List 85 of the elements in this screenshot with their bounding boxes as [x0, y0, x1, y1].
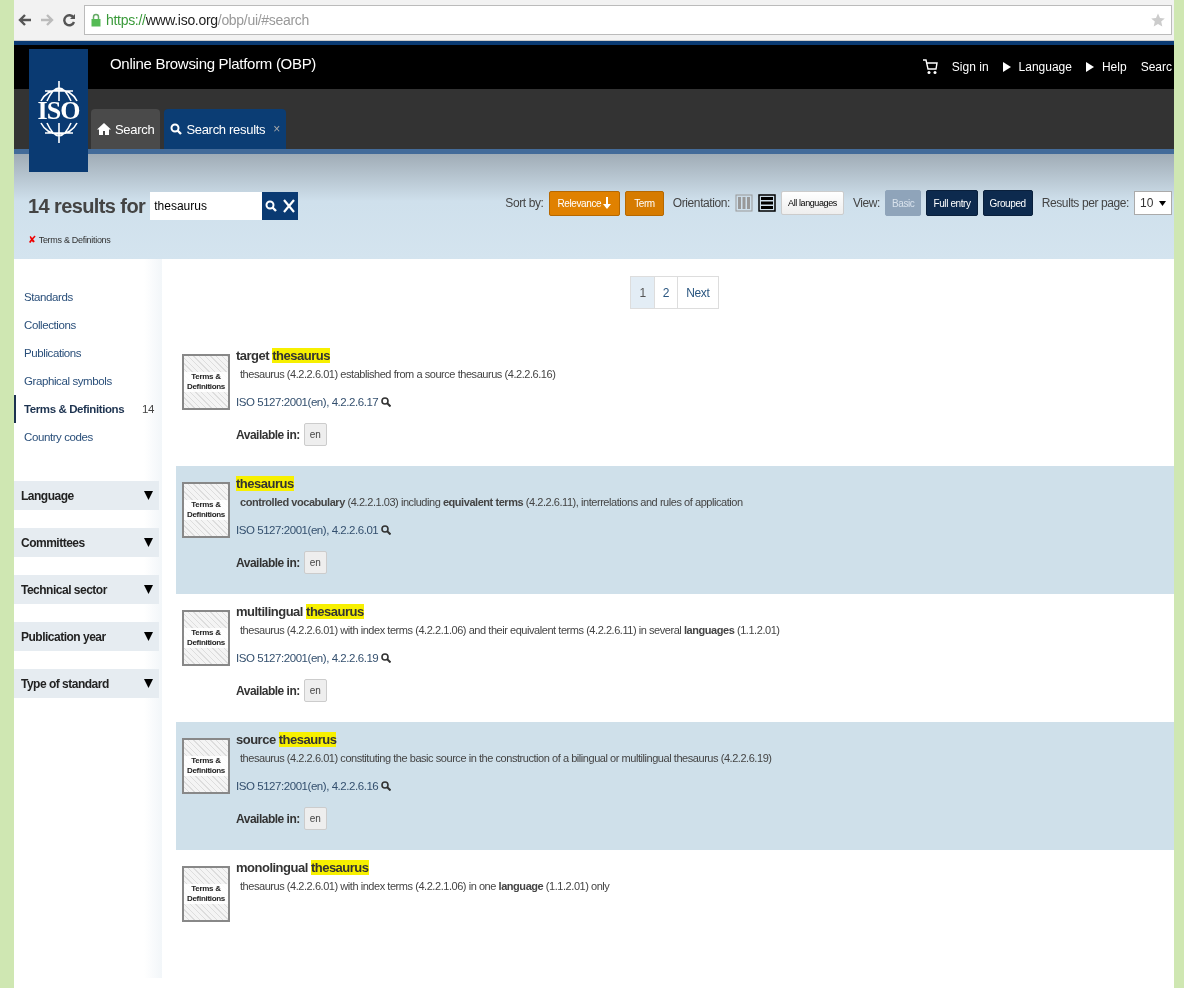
header-link[interactable]: Searc — [1140, 60, 1172, 74]
search-icon — [381, 525, 392, 535]
available-label: Available in: — [236, 427, 300, 442]
site-title: Online Browsing Platform (OBP) — [110, 54, 317, 72]
result-title[interactable]: multilingual thesaurus — [236, 604, 364, 619]
page-link[interactable]: 1 — [630, 276, 655, 309]
page-link[interactable]: 2 — [653, 276, 679, 309]
orientation-button[interactable] — [758, 194, 777, 212]
sidebar-item[interactable]: Collections — [14, 311, 162, 339]
reference-link[interactable]: ISO 5127:2001(en), 4.2.2.6.01 — [236, 524, 392, 536]
terms-definitions-icon: Terms & Definitions — [182, 482, 230, 538]
star-icon — [1151, 13, 1165, 27]
rows-icon — [758, 194, 777, 212]
back-icon — [18, 13, 32, 27]
page-link[interactable]: Next — [677, 276, 719, 309]
search-icon — [170, 123, 183, 135]
definition-text: controlled vocabulary (4.2.2.1.03) including equivalent terms (4.2.2.6.11), interrelations and rules of application — [240, 496, 743, 508]
url-text: https://www.iso.org/obp/ui/#search — [106, 12, 310, 28]
all-languages-button[interactable]: All languages — [781, 191, 844, 215]
view-button[interactable]: Grouped — [982, 190, 1033, 216]
terms-definitions-icon: Terms & Definitions — [182, 738, 230, 794]
language-button[interactable]: en — [303, 423, 327, 446]
view-label: View: — [852, 196, 880, 210]
header-link[interactable]: Language — [1002, 60, 1072, 74]
home-icon — [97, 122, 111, 136]
orientation-label: Orientation: — [672, 196, 731, 210]
header-link[interactable]: Help — [1085, 60, 1127, 74]
search-icon — [381, 397, 392, 407]
down-arrow-icon — [603, 197, 612, 209]
close-tab-button[interactable]: × — [273, 122, 280, 136]
definition-text: thesaurus (4.2.2.6.01) constituting the basic source in the construction of a bilingual or multilingual thesaurus (4.2.2.6.19) — [240, 752, 772, 764]
facet-toggle[interactable]: Language — [14, 481, 159, 510]
cart-button[interactable] — [921, 59, 938, 75]
sidebar-item[interactable]: Terms & Definitions 14 — [14, 395, 162, 423]
terms-definitions-icon: Terms & Definitions — [182, 354, 230, 410]
tab[interactable]: Search — [91, 109, 161, 149]
triangle-icon — [1085, 62, 1094, 72]
filter-label: Terms & Definitions — [38, 234, 111, 245]
sidebar-item[interactable]: Country codes — [14, 423, 162, 451]
available-label: Available in: — [236, 811, 300, 826]
language-button[interactable]: en — [303, 551, 327, 574]
facet-toggle[interactable]: Committees — [14, 528, 159, 557]
per-page-select[interactable]: 10 — [1134, 191, 1172, 215]
language-button[interactable]: en — [303, 679, 327, 702]
clear-button[interactable] — [280, 192, 299, 220]
iso-logo[interactable]: ISO — [29, 49, 88, 172]
facet-toggle[interactable]: Publication year — [14, 622, 159, 651]
dropdown-icon — [1159, 200, 1166, 206]
lock-icon — [91, 13, 101, 27]
reference-link[interactable]: ISO 5127:2001(en), 4.2.2.6.16 — [236, 780, 392, 792]
definition-text: thesaurus (4.2.2.6.01) with index terms (4.2.2.1.06) in one language (1.1.2.01) only — [240, 880, 610, 892]
definition-text: thesaurus (4.2.2.6.01) with index terms (4.2.2.1.06) and their equivalent terms (4.2.2.6.11) in several languages (1.1.2.01) — [240, 624, 780, 636]
result-title[interactable]: monolingual thesaurus — [236, 860, 369, 875]
cart-icon — [921, 59, 938, 75]
terms-definitions-icon: Terms & Definitions — [182, 866, 230, 922]
search-icon — [381, 653, 392, 663]
search-icon — [265, 200, 278, 212]
sort-label: Sort by: — [505, 196, 544, 210]
search-field[interactable]: thesaurus — [150, 192, 263, 220]
available-label: Available in: — [236, 683, 300, 698]
per-page-label: Results per page: — [1041, 196, 1129, 210]
header-link[interactable]: Sign in — [951, 60, 989, 74]
terms-definitions-icon: Terms & Definitions — [182, 610, 230, 666]
reference-link[interactable]: ISO 5127:2001(en), 4.2.2.6.19 — [236, 652, 392, 664]
address-bar[interactable]: https://www.iso.org/obp/ui/#search — [84, 5, 1172, 35]
triangle-icon — [1002, 62, 1011, 72]
definition-text: thesaurus (4.2.2.6.01) established from a source thesaurus (4.2.2.6.16) — [240, 368, 556, 380]
forward-icon — [40, 13, 54, 27]
language-button[interactable]: en — [303, 807, 327, 830]
search-icon — [381, 781, 392, 791]
tab[interactable]: Search results × — [164, 109, 286, 149]
sidebar-item[interactable]: Standards — [14, 283, 162, 311]
facet-toggle[interactable]: Type of standard — [14, 669, 159, 698]
facet-toggle[interactable]: Technical sector — [14, 575, 159, 604]
reference-link[interactable]: ISO 5127:2001(en), 4.2.2.6.17 — [236, 396, 392, 408]
reload-icon — [62, 13, 76, 27]
sidebar-item[interactable]: Publications — [14, 339, 162, 367]
available-label: Available in: — [236, 555, 300, 570]
results-count: 14 results for — [28, 194, 146, 218]
search-button[interactable] — [262, 192, 281, 220]
view-button[interactable]: Full entry — [926, 190, 978, 216]
result-title[interactable]: thesaurus — [236, 476, 294, 491]
logo-text: ISO — [37, 95, 80, 126]
columns-icon — [735, 194, 754, 212]
sidebar-item[interactable]: Graphical symbols — [14, 367, 162, 395]
